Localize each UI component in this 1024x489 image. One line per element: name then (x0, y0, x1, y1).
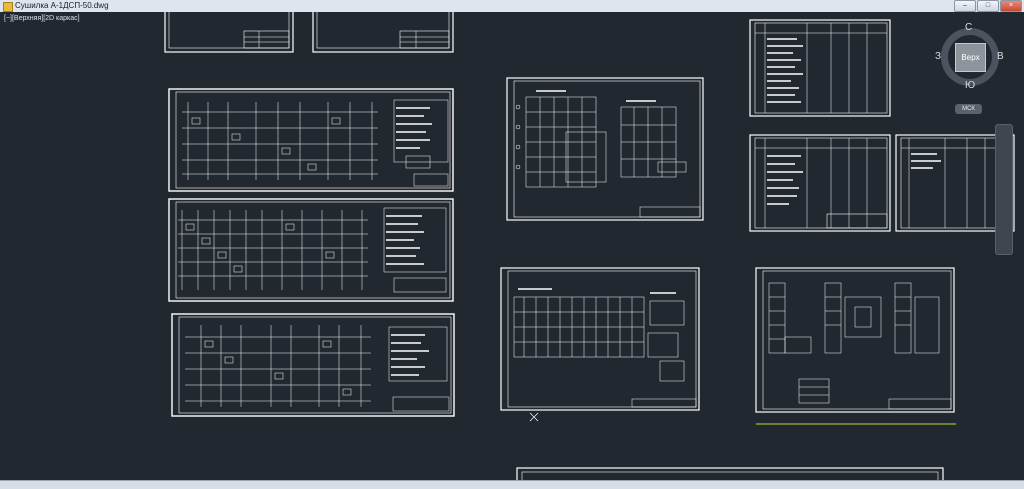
sheet-floor-plan-2[interactable] (500, 267, 700, 423)
sheet-floor-plan-1[interactable] (506, 77, 704, 221)
window-title: Сушилка А-1ДСП-50.dwg (15, 1, 109, 10)
accent-baseline (756, 423, 956, 425)
sheet-frame-top-left-1[interactable] (164, 12, 294, 54)
close-button[interactable]: × (1000, 0, 1022, 12)
wcs-menu-button[interactable]: МСК (955, 104, 982, 114)
maximize-button[interactable]: □ (977, 0, 999, 12)
compass-north[interactable]: С (965, 22, 972, 33)
sheet-specification-2[interactable] (749, 134, 891, 232)
compass-west[interactable]: З (935, 51, 941, 62)
viewcube[interactable]: Верх С Ю З В (935, 22, 1004, 91)
navigation-bar[interactable] (995, 124, 1013, 255)
window-controls: – □ × (954, 0, 1022, 12)
compass-south[interactable]: Ю (965, 80, 975, 91)
sheet-frame-top-left-2[interactable] (312, 12, 454, 54)
sheet-schematic-2[interactable] (168, 198, 454, 302)
minimize-button[interactable]: – (954, 0, 976, 12)
autocad-file-icon (3, 2, 13, 12)
compass-east[interactable]: В (997, 51, 1004, 62)
viewport-controls-label[interactable]: [−][Верхняя][2D каркас] (4, 15, 80, 22)
sheet-frame-bottom[interactable] (516, 467, 944, 480)
sheet-floor-plan-3[interactable] (755, 267, 957, 427)
sheet-specification-1[interactable] (749, 19, 891, 117)
sheet-schematic-3[interactable] (171, 313, 455, 417)
drawing-canvas[interactable]: [−][Верхняя][2D каркас] Верх С Ю З В МСК (0, 12, 1024, 480)
sheet-schematic-1[interactable] (168, 88, 454, 192)
viewcube-top-face[interactable]: Верх (955, 43, 986, 72)
